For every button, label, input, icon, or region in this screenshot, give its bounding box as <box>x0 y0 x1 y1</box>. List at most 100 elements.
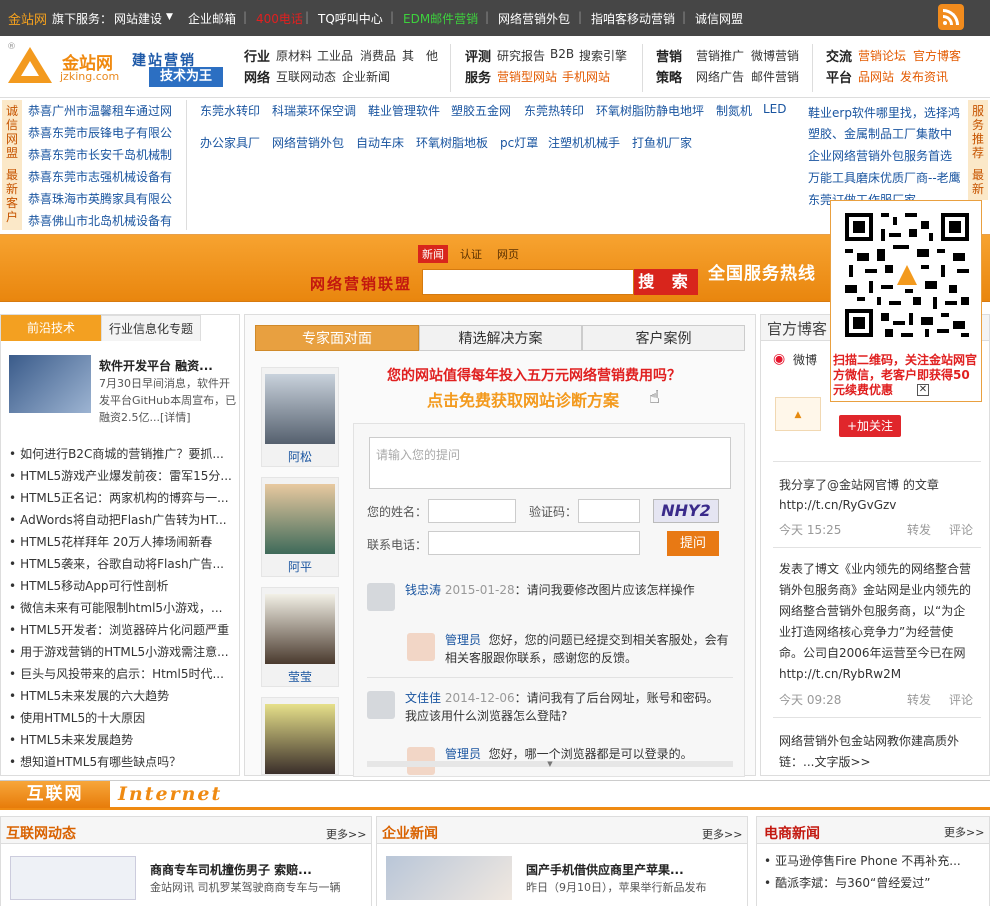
nav-link[interactable]: 官方博客 <box>913 47 961 64</box>
tab-solutions[interactable]: 精选解决方案 <box>419 325 582 351</box>
recommend-item[interactable]: 塑胶、金属制品工厂集散中 <box>808 125 952 142</box>
ticker-item[interactable]: 恭喜东莞市志强机械设备有 <box>28 168 172 185</box>
topbar-400-phone[interactable]: 400电话 <box>256 10 303 27</box>
topbar-enterprise-mail[interactable]: 企业邮箱 <box>188 10 236 27</box>
ecommerce-news-title[interactable]: 电商新闻 <box>764 822 820 846</box>
list-item[interactable]: 想知道HTML5有哪些缺点吗？ <box>9 753 231 770</box>
search-input[interactable] <box>422 269 634 295</box>
keyword-link[interactable]: 环氧树脂防静电地坪 <box>596 102 704 119</box>
nav-link[interactable]: 手机网站 <box>562 68 610 85</box>
search-button[interactable]: 搜 索 <box>634 269 698 295</box>
ticker-item[interactable]: 恭喜佛山市北岛机械设备有 <box>28 212 172 229</box>
scroll-down-icon[interactable]: ▼ <box>367 761 733 768</box>
keyword-link[interactable]: 办公家具厂 <box>200 134 260 151</box>
list-item[interactable]: AdWords将自动把Flash广告转为HT... <box>9 511 231 528</box>
nav-link[interactable]: 发布资讯 <box>900 68 948 85</box>
topbar-tq-callcenter[interactable]: TQ呼叫中心 <box>318 10 383 27</box>
keyword-link[interactable]: LED <box>763 102 787 116</box>
forward-link[interactable]: 转发 <box>907 521 931 538</box>
ticker-item[interactable]: 恭喜东莞市辰锋电子有限公 <box>28 124 172 141</box>
keyword-link[interactable]: 东莞水转印 <box>200 102 260 119</box>
list-item[interactable]: 亚马逊停售Fire Phone 不再补充... <box>764 852 984 869</box>
recommend-item[interactable]: 企业网络营销外包服务首选 <box>808 147 952 164</box>
rss-icon[interactable] <box>938 4 964 30</box>
tab-industry-it[interactable]: 行业信息化专题 <box>101 315 201 341</box>
nav-link[interactable]: 研究报告 <box>497 47 545 64</box>
keyword-link[interactable]: 注塑机机械手 <box>548 134 620 151</box>
close-icon[interactable]: ✕ <box>917 384 929 396</box>
ticker-item[interactable]: 恭喜东莞市长安千岛机械制 <box>28 146 172 163</box>
tab-cases[interactable]: 客户案例 <box>582 325 745 351</box>
list-item[interactable]: HTML5游戏产业爆发前夜：雷军15分... <box>9 467 231 484</box>
news-thumbnail[interactable] <box>10 856 136 900</box>
search-tab-web[interactable]: 网页 <box>497 246 519 262</box>
keyword-link[interactable]: 鞋业管理软件 <box>368 102 440 119</box>
weibo-label[interactable]: 微博 <box>793 351 817 368</box>
brand-link[interactable]: 金站网 <box>8 9 47 28</box>
follow-button[interactable]: +加关注 <box>839 415 901 437</box>
list-item[interactable]: 如何进行B2C商城的营销推广？要抓... <box>9 445 231 462</box>
list-item[interactable]: 巨头与风投带来的启示：Html5时代... <box>9 665 231 682</box>
nav-link[interactable]: 企业新闻 <box>342 68 390 85</box>
forward-link[interactable]: 转发 <box>907 691 931 708</box>
ticker-item[interactable]: 恭喜珠海市英腾家具有限公 <box>28 190 172 207</box>
list-item[interactable]: HTML5正名记：两家机构的博弈与一... <box>9 489 231 506</box>
expert-card[interactable]: 莹莹 <box>261 587 339 687</box>
left-side-tab[interactable]: 诚信网盟 最新客户 <box>2 100 22 230</box>
nav-link[interactable]: 营销型网站 <box>497 68 557 85</box>
ticker-item[interactable]: 恭喜广州市温馨租车通过网 <box>28 102 172 119</box>
list-item[interactable]: 用于游戏营销的HTML5小游戏需注意... <box>9 643 231 660</box>
comment-link[interactable]: 评论 <box>949 691 973 708</box>
list-item[interactable]: HTML5移动App可行性剖析 <box>9 577 231 594</box>
recommend-item[interactable]: 鞋业erp软件哪里找，选择鸿 <box>808 104 960 121</box>
nav-link[interactable]: 营销推广 <box>696 47 744 64</box>
nav-link[interactable]: 消费品 <box>360 47 396 64</box>
keyword-link[interactable]: 科瑞莱环保空调 <box>272 102 356 119</box>
news-title[interactable]: 商商专车司机撞伤男子 索赔... <box>150 861 312 878</box>
list-item[interactable]: HTML5花样拜年 20万人捧场闹新春 <box>9 533 231 550</box>
list-item[interactable]: 微信未来有可能限制html5小游戏，... <box>9 599 231 616</box>
nav-link[interactable]: 微博营销 <box>751 47 799 64</box>
topbar-edm[interactable]: EDM邮件营销 <box>403 10 478 27</box>
blog-title[interactable]: 官方博客 <box>767 318 827 339</box>
nav-link[interactable]: 工业品 <box>317 47 353 64</box>
list-item[interactable]: HTML5未来发展的六大趋势 <box>9 687 231 704</box>
captcha-image[interactable]: NHY2 <box>653 499 719 523</box>
nav-link[interactable]: B2B <box>550 47 574 61</box>
feature-image[interactable] <box>9 355 91 413</box>
list-item[interactable]: 酷派李斌：与360“曾经爱过” <box>764 874 984 891</box>
more-link[interactable]: 更多>> <box>326 826 366 842</box>
list-item[interactable]: HTML5袭来，谷歌自动将Flash广告... <box>9 555 231 572</box>
nav-link[interactable]: 邮件营销 <box>751 68 799 85</box>
search-tab-news[interactable]: 新闻 <box>418 245 448 263</box>
topbar-website-building[interactable]: 网站建设 <box>114 10 162 27</box>
phone-input[interactable] <box>428 531 640 555</box>
keyword-link[interactable]: 东莞热转印 <box>524 102 584 119</box>
nav-link[interactable]: 其 他 <box>402 47 438 64</box>
list-item[interactable]: 使用HTML5的十大原因 <box>9 709 231 726</box>
submit-question-button[interactable]: 提问 <box>667 531 719 556</box>
name-input[interactable] <box>428 499 516 523</box>
comment-link[interactable]: 评论 <box>949 521 973 538</box>
keyword-link[interactable]: 网络营销外包 <box>272 134 344 151</box>
keyword-link[interactable]: pc灯罩 <box>500 134 538 151</box>
company-news-title[interactable]: 企业新闻 <box>382 822 438 846</box>
recommend-item[interactable]: 万能工具磨床优质厂商--老鹰 <box>808 169 961 186</box>
list-item[interactable]: HTML5未来发展趋势 <box>9 731 231 748</box>
nav-link[interactable]: 营销论坛 <box>858 47 906 64</box>
nav-link[interactable]: 网络广告 <box>696 68 744 85</box>
nav-link[interactable]: 品网站 <box>858 68 894 85</box>
keyword-link[interactable]: 制氮机 <box>716 102 752 119</box>
expert-card[interactable] <box>261 697 339 775</box>
nav-link[interactable]: 原材料 <box>276 47 312 64</box>
keyword-link[interactable]: 打鱼机厂家 <box>632 134 692 151</box>
tab-expert[interactable]: 专家面对面 <box>255 325 419 351</box>
captcha-input[interactable] <box>578 499 640 523</box>
more-link[interactable]: 更多>> <box>702 826 742 842</box>
topbar-credit-alliance[interactable]: 诚信网盟 <box>695 10 743 27</box>
keyword-link[interactable]: 环氧树脂地板 <box>416 134 488 151</box>
expert-card[interactable]: 阿松 <box>261 367 339 467</box>
question-textarea[interactable]: 请输入您的提问 <box>369 437 731 489</box>
internet-news-title[interactable]: 互联网动态 <box>6 822 76 846</box>
list-item[interactable]: HTML5开发者：浏览器碎片化问题严重 <box>9 621 231 638</box>
